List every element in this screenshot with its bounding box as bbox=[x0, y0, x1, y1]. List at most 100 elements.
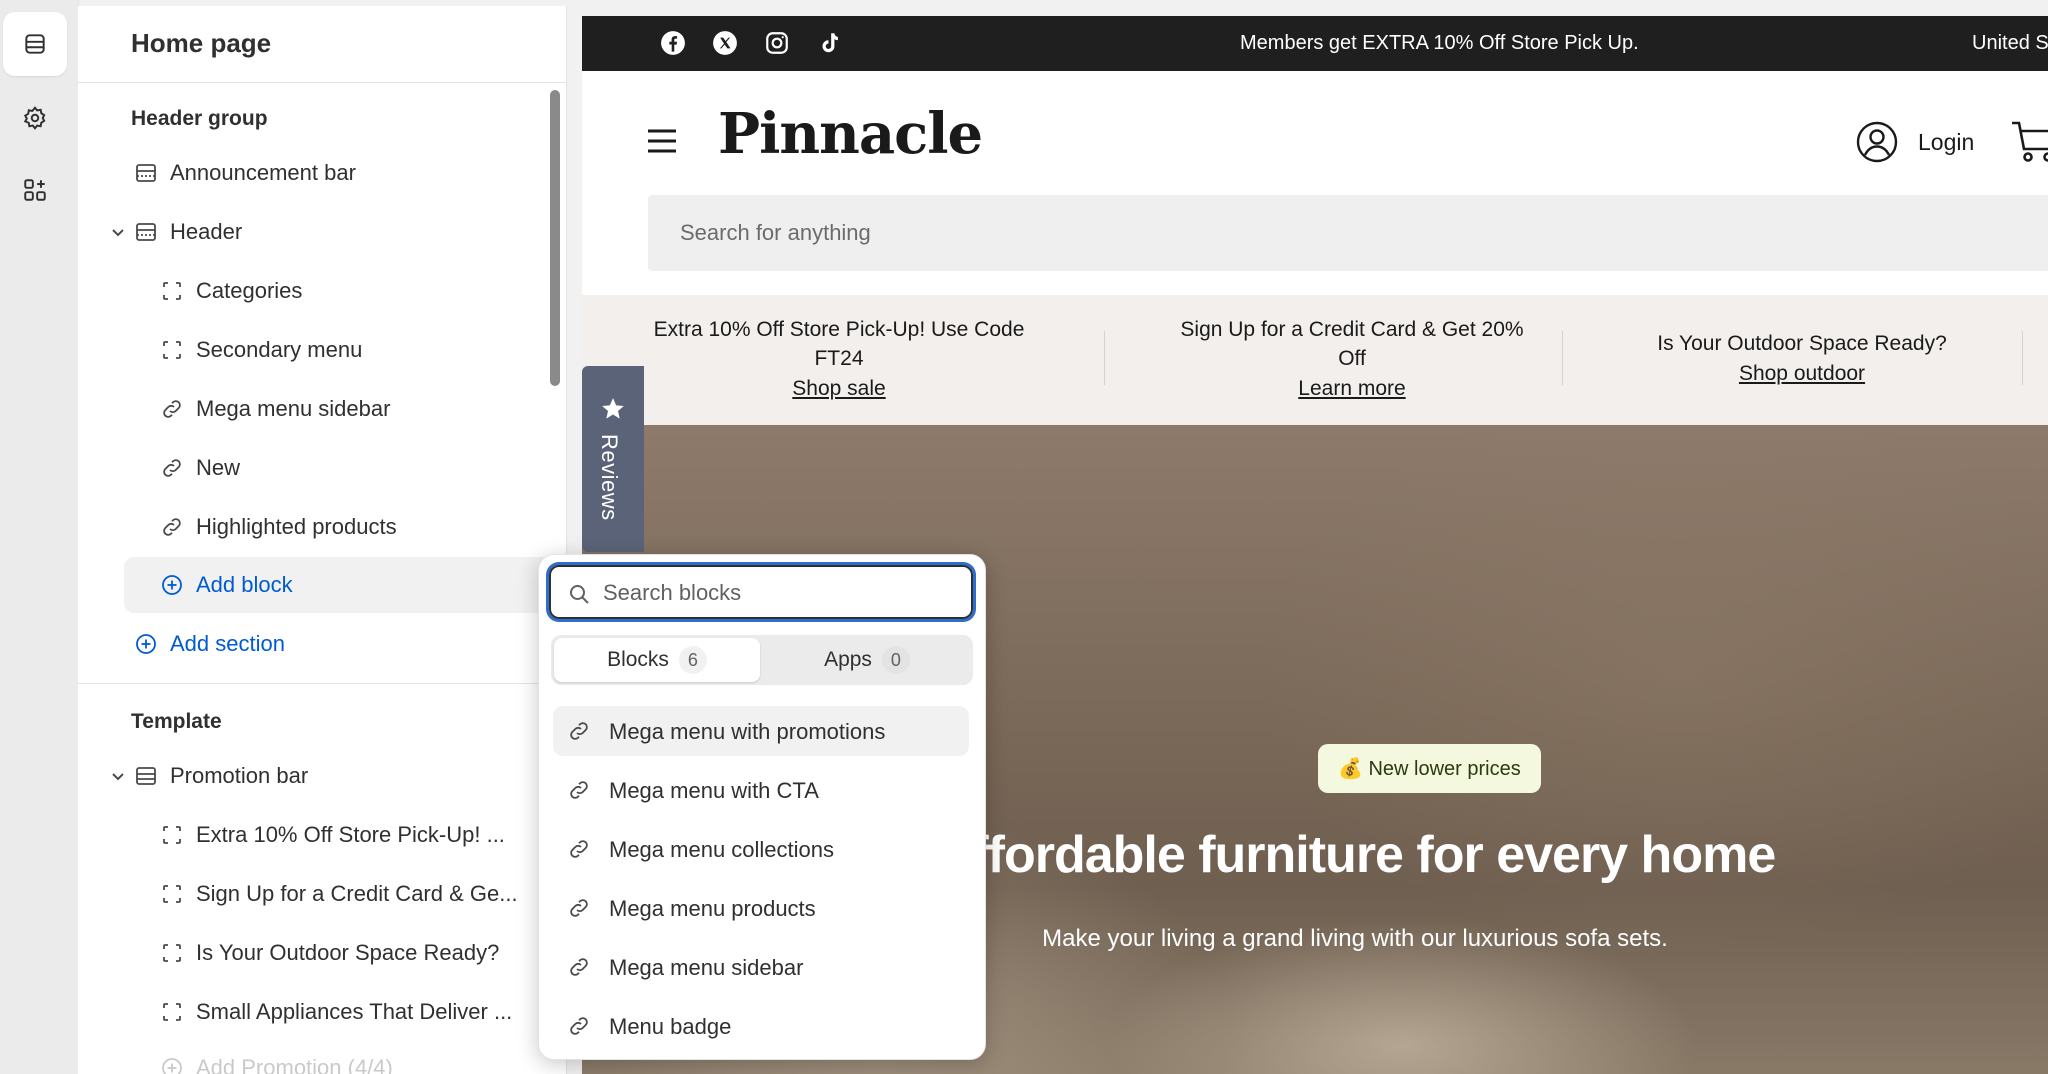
block-label: Extra 10% Off Store Pick-Up! ... bbox=[196, 822, 505, 847]
tab-blocks[interactable]: Blocks 6 bbox=[554, 638, 760, 682]
header-group-heading: Header group bbox=[131, 107, 268, 130]
block-option[interactable]: Mega menu with promotions bbox=[553, 706, 969, 756]
block-option[interactable]: Mega menu collections bbox=[553, 824, 969, 874]
block-label: Sign Up for a Credit Card & Ge... bbox=[196, 881, 518, 906]
block-icon bbox=[163, 282, 181, 300]
store-logo[interactable]: Pinnacle bbox=[718, 101, 983, 167]
star-icon bbox=[602, 398, 624, 419]
block-option[interactable]: Mega menu with CTA bbox=[553, 765, 969, 815]
promotion-text: Off bbox=[1338, 347, 1366, 370]
section-announcement-bar[interactable]: Announcement bar bbox=[94, 145, 566, 201]
promotion-link[interactable]: Shop sale bbox=[792, 377, 885, 401]
link-icon bbox=[570, 781, 588, 799]
block-icon bbox=[163, 944, 181, 962]
block-icon bbox=[163, 1003, 181, 1021]
chevron-down-icon[interactable] bbox=[108, 222, 128, 242]
block-label: Mega menu sidebar bbox=[196, 396, 391, 421]
section-label: Header bbox=[170, 219, 243, 244]
block-promotion[interactable]: Is Your Outdoor Space Ready? bbox=[94, 925, 566, 981]
tab-apps[interactable]: Apps 0 bbox=[764, 638, 970, 682]
block-option-label: Mega menu sidebar bbox=[609, 955, 804, 980]
cart-icon[interactable] bbox=[2010, 117, 2048, 163]
block-secondary-menu[interactable]: Secondary menu bbox=[94, 322, 566, 378]
add-circle-icon bbox=[162, 575, 182, 595]
block-option[interactable]: Mega menu sidebar bbox=[553, 942, 969, 992]
block-label: Is Your Outdoor Space Ready? bbox=[196, 940, 500, 965]
editor-icon-rail bbox=[0, 0, 79, 1074]
chevron-down-icon[interactable] bbox=[108, 766, 128, 786]
promotion-link[interactable]: Learn more bbox=[1298, 377, 1405, 401]
promotion-text: Extra 10% Off Store Pick-Up! Use Code bbox=[653, 318, 1025, 341]
block-option-label: Mega menu collections bbox=[609, 837, 835, 862]
link-icon bbox=[570, 958, 588, 976]
count-badge: 6 bbox=[678, 646, 707, 674]
hero-badge: 💰 New lower prices bbox=[1318, 744, 1541, 793]
link-icon bbox=[163, 518, 181, 536]
search-blocks-input[interactable]: Search blocks bbox=[549, 565, 973, 619]
section-label: Promotion bar bbox=[170, 763, 309, 788]
promotion-link[interactable]: Shop outdoor bbox=[1739, 362, 1865, 386]
promotion-text: Sign Up for a Credit Card & Get 20% bbox=[1180, 318, 1524, 341]
page-title: Home page bbox=[131, 28, 272, 58]
country-selector[interactable]: United S bbox=[1972, 32, 2048, 55]
link-icon bbox=[570, 722, 588, 740]
facebook-icon[interactable] bbox=[660, 30, 686, 56]
apps-nav-button[interactable] bbox=[3, 158, 67, 222]
block-new[interactable]: New bbox=[94, 440, 566, 496]
block-option-label: Mega menu with promotions bbox=[609, 719, 886, 744]
count-badge: 0 bbox=[881, 646, 910, 674]
menu-icon[interactable] bbox=[646, 128, 678, 154]
sections-nav-button[interactable] bbox=[3, 12, 67, 76]
apps-icon bbox=[24, 179, 46, 201]
reviews-tab[interactable]: Reviews bbox=[582, 366, 644, 552]
store-search-input[interactable]: Search for anything bbox=[648, 195, 2048, 271]
tab-label: Apps bbox=[824, 648, 872, 671]
x-twitter-icon[interactable] bbox=[712, 30, 738, 56]
section-promotion-bar[interactable]: Promotion bar bbox=[94, 748, 566, 804]
block-promotion[interactable]: Small Appliances That Deliver ... bbox=[94, 984, 566, 1040]
promotion-text: FT24 bbox=[814, 347, 864, 370]
reviews-label: Reviews bbox=[597, 434, 622, 521]
add-circle-icon bbox=[136, 634, 156, 654]
announcement-text: Members get EXTRA 10% Off Store Pick Up. bbox=[1240, 32, 1639, 54]
section-icon bbox=[136, 767, 156, 785]
block-categories[interactable]: Categories bbox=[94, 263, 566, 319]
link-icon bbox=[570, 1017, 588, 1035]
login-link[interactable]: Login bbox=[1918, 129, 1974, 156]
block-highlighted-products[interactable]: Highlighted products bbox=[94, 499, 566, 555]
account-icon[interactable] bbox=[1856, 121, 1898, 163]
search-icon bbox=[570, 585, 589, 604]
tiktok-icon[interactable] bbox=[816, 30, 842, 56]
link-icon bbox=[570, 840, 588, 858]
section-label: Announcement bar bbox=[170, 160, 356, 185]
block-promotion[interactable]: Sign Up for a Credit Card & Ge... bbox=[94, 866, 566, 922]
sidebar-scrollbar[interactable] bbox=[550, 90, 560, 386]
announcement-bar: Members get EXTRA 10% Off Store Pick Up.… bbox=[582, 16, 2048, 71]
promotion-item: Extra 10% Off Store Pick-Up! Use Code FT… bbox=[634, 295, 1044, 445]
block-option[interactable]: Mega menu products bbox=[553, 883, 969, 933]
instagram-icon[interactable] bbox=[764, 30, 790, 56]
link-icon bbox=[163, 459, 181, 477]
divider bbox=[1562, 331, 1563, 385]
block-picker-tabs: Blocks 6 Apps 0 bbox=[551, 635, 973, 685]
block-option[interactable]: Menu badge bbox=[553, 1001, 969, 1051]
block-mega-menu-sidebar[interactable]: Mega menu sidebar bbox=[94, 381, 566, 437]
divider bbox=[78, 82, 566, 83]
add-promotion-label: Add Promotion (4/4) bbox=[196, 1055, 393, 1074]
section-header[interactable]: Header bbox=[94, 204, 566, 260]
search-placeholder: Search for anything bbox=[680, 220, 871, 245]
settings-nav-button[interactable] bbox=[3, 86, 67, 150]
gear-icon bbox=[23, 106, 46, 130]
block-label: Small Appliances That Deliver ... bbox=[196, 999, 513, 1024]
block-option-label: Mega menu with CTA bbox=[609, 778, 819, 803]
tab-label: Blocks bbox=[607, 648, 669, 671]
sections-sidebar: Home page Header group Announcement bar … bbox=[78, 6, 567, 1074]
add-block-button[interactable]: Add block bbox=[124, 557, 566, 613]
block-icon bbox=[163, 885, 181, 903]
sections-icon bbox=[25, 34, 45, 54]
divider bbox=[2022, 331, 2023, 385]
block-promotion[interactable]: Extra 10% Off Store Pick-Up! ... bbox=[94, 807, 566, 863]
block-picker-popover: Search blocks Blocks 6 Apps 0 Mega menu … bbox=[538, 554, 986, 1060]
add-section-button[interactable]: Add section bbox=[94, 616, 566, 672]
promotion-text: Is Your Outdoor Space Ready? bbox=[1657, 332, 1947, 355]
